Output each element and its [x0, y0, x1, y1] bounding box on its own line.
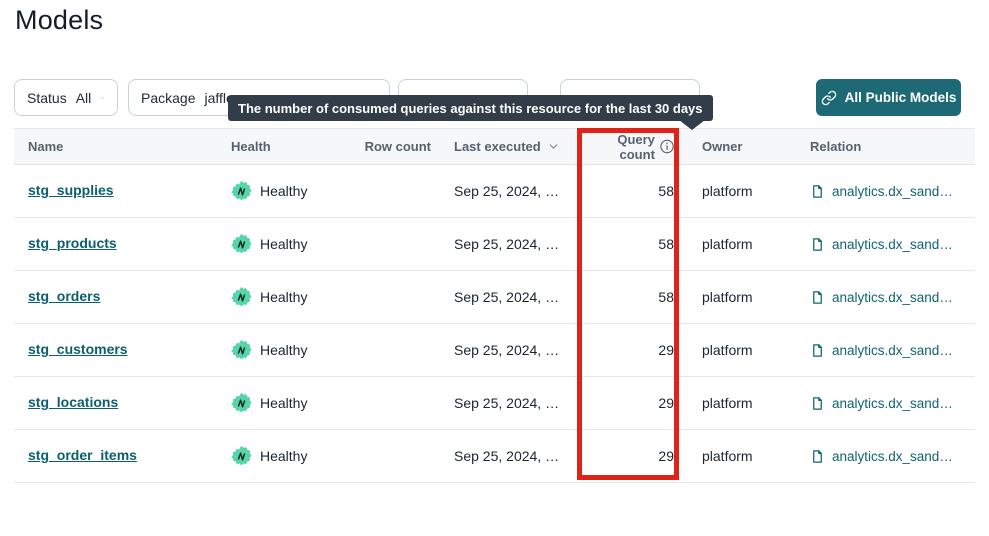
- table-row: stg_products Healthy Sep 25, 2024, … 58 …: [14, 218, 975, 271]
- column-header-owner[interactable]: Owner: [683, 139, 796, 154]
- chevron-down-icon: [100, 91, 105, 105]
- all-public-models-label: All Public Models: [845, 90, 957, 105]
- model-name-link[interactable]: stg_supplies: [28, 182, 114, 198]
- health-label: Healthy: [260, 289, 307, 305]
- owner-cell: platform: [683, 342, 796, 358]
- health-badge: Healthy: [231, 393, 359, 414]
- all-public-models-button[interactable]: All Public Models: [816, 79, 961, 116]
- health-label: Healthy: [260, 448, 307, 464]
- owner-cell: platform: [683, 395, 796, 411]
- tooltip-arrow: [679, 120, 705, 130]
- last-executed-cell: Sep 25, 2024, …: [431, 183, 583, 199]
- package-filter-label: Package: [141, 90, 195, 106]
- query-count-cell: 58: [583, 236, 683, 252]
- healthy-seal-icon: [231, 340, 252, 361]
- relation-label: analytics.dx_sand…: [832, 184, 953, 199]
- table-row: stg_orders Healthy Sep 25, 2024, … 58 pl…: [14, 271, 975, 324]
- model-name-link[interactable]: stg_order_items: [28, 447, 137, 463]
- page-title: Models: [15, 5, 103, 36]
- table-row: stg_order_items Healthy Sep 25, 2024, … …: [14, 430, 975, 483]
- relation-link[interactable]: analytics.dx_sand…: [810, 290, 975, 305]
- column-header-last-executed[interactable]: Last executed: [431, 139, 583, 154]
- owner-cell: platform: [683, 448, 796, 464]
- model-name-link[interactable]: stg_orders: [28, 288, 100, 304]
- document-icon: [810, 184, 825, 199]
- healthy-seal-icon: [231, 181, 252, 202]
- relation-label: analytics.dx_sand…: [832, 343, 953, 358]
- last-executed-cell: Sep 25, 2024, …: [431, 395, 583, 411]
- relation-link[interactable]: analytics.dx_sand…: [810, 396, 975, 411]
- last-executed-cell: Sep 25, 2024, …: [431, 236, 583, 252]
- document-icon: [810, 343, 825, 358]
- query-count-cell: 58: [583, 183, 683, 199]
- health-badge: Healthy: [231, 446, 359, 467]
- column-header-name[interactable]: Name: [14, 139, 231, 154]
- link-icon: [821, 90, 837, 106]
- status-filter[interactable]: Status All: [14, 79, 118, 116]
- relation-link[interactable]: analytics.dx_sand…: [810, 449, 975, 464]
- health-badge: Healthy: [231, 287, 359, 308]
- column-header-health[interactable]: Health: [231, 139, 359, 154]
- owner-cell: platform: [683, 183, 796, 199]
- status-filter-label: Status: [27, 90, 67, 106]
- models-table: Name Health Row count Last executed Quer…: [14, 128, 975, 483]
- column-header-row-count[interactable]: Row count: [359, 139, 431, 154]
- health-label: Healthy: [260, 183, 307, 199]
- table-header: Name Health Row count Last executed Quer…: [14, 128, 975, 165]
- table-row: stg_supplies Healthy Sep 25, 2024, … 58 …: [14, 165, 975, 218]
- health-label: Healthy: [260, 236, 307, 252]
- health-label: Healthy: [260, 395, 307, 411]
- health-badge: Healthy: [231, 340, 359, 361]
- table-row: stg_locations Healthy Sep 25, 2024, … 29…: [14, 377, 975, 430]
- table-row: stg_customers Healthy Sep 25, 2024, … 29…: [14, 324, 975, 377]
- relation-label: analytics.dx_sand…: [832, 290, 953, 305]
- document-icon: [810, 449, 825, 464]
- healthy-seal-icon: [231, 393, 252, 414]
- info-icon[interactable]: [660, 139, 674, 154]
- relation-link[interactable]: analytics.dx_sand…: [810, 237, 975, 252]
- query-count-cell: 58: [583, 289, 683, 305]
- query-count-cell: 29: [583, 395, 683, 411]
- query-count-tooltip: The number of consumed queries against t…: [228, 95, 713, 121]
- relation-label: analytics.dx_sand…: [832, 396, 953, 411]
- health-badge: Healthy: [231, 181, 359, 202]
- column-header-query-count[interactable]: Query count: [583, 132, 683, 162]
- health-badge: Healthy: [231, 234, 359, 255]
- sort-chevron-icon[interactable]: [547, 140, 560, 153]
- document-icon: [810, 396, 825, 411]
- relation-link[interactable]: analytics.dx_sand…: [810, 184, 975, 199]
- status-filter-value: All: [76, 90, 92, 106]
- tooltip-text: The number of consumed queries against t…: [238, 101, 703, 116]
- model-name-link[interactable]: stg_products: [28, 235, 117, 251]
- query-count-cell: 29: [583, 342, 683, 358]
- healthy-seal-icon: [231, 234, 252, 255]
- relation-label: analytics.dx_sand…: [832, 449, 953, 464]
- owner-cell: platform: [683, 236, 796, 252]
- healthy-seal-icon: [231, 446, 252, 467]
- query-count-label: Query count: [583, 132, 655, 162]
- health-label: Healthy: [260, 342, 307, 358]
- document-icon: [810, 290, 825, 305]
- last-executed-cell: Sep 25, 2024, …: [431, 289, 583, 305]
- model-name-link[interactable]: stg_customers: [28, 341, 128, 357]
- last-executed-label: Last executed: [454, 139, 541, 154]
- last-executed-cell: Sep 25, 2024, …: [431, 342, 583, 358]
- column-header-relation[interactable]: Relation: [796, 139, 975, 154]
- relation-label: analytics.dx_sand…: [832, 237, 953, 252]
- document-icon: [810, 237, 825, 252]
- healthy-seal-icon: [231, 287, 252, 308]
- query-count-cell: 29: [583, 448, 683, 464]
- owner-cell: platform: [683, 289, 796, 305]
- model-name-link[interactable]: stg_locations: [28, 394, 118, 410]
- relation-link[interactable]: analytics.dx_sand…: [810, 343, 975, 358]
- last-executed-cell: Sep 25, 2024, …: [431, 448, 583, 464]
